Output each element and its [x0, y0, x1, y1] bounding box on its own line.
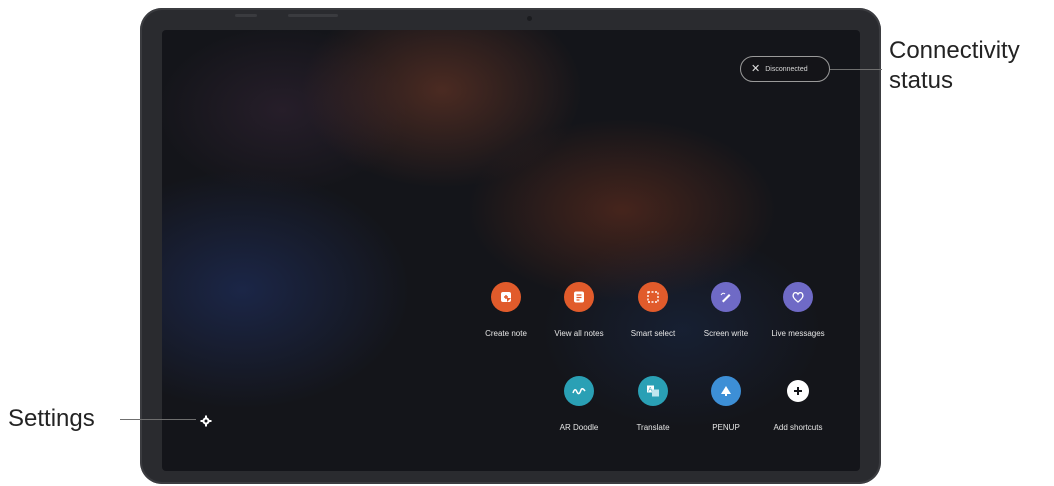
shortcut-add-shortcuts[interactable]: Add shortcuts — [758, 376, 838, 432]
shortcut-label: Screen write — [703, 329, 749, 338]
gear-icon[interactable] — [200, 414, 212, 427]
shortcut-screen-write[interactable]: Screen write — [686, 282, 766, 338]
connectivity-status[interactable]: ✕ Disconnected — [740, 56, 830, 82]
penup-icon — [711, 376, 741, 406]
shortcut-label: Translate — [636, 423, 670, 432]
connectivity-callout-line — [830, 69, 882, 70]
settings-callout: Settings — [8, 405, 95, 432]
shortcut-label: PENUP — [712, 423, 740, 432]
shortcut-label: View all notes — [554, 329, 604, 338]
front-camera — [527, 16, 532, 21]
connectivity-callout-line1: Connectivity — [889, 37, 1020, 64]
connectivity-callout-line2: status — [889, 67, 954, 94]
volume-button — [288, 14, 338, 17]
disconnected-icon: ✕ — [751, 62, 761, 75]
notes-list-icon — [564, 282, 594, 312]
shortcut-smart-select[interactable]: Smart select — [613, 282, 693, 338]
shortcut-view-all-notes[interactable]: View all notes — [539, 282, 619, 338]
connectivity-callout: Connectivity status — [889, 36, 1020, 96]
shortcut-label: AR Doodle — [559, 423, 599, 432]
shortcut-penup[interactable]: PENUP — [686, 376, 766, 432]
shortcut-label: Smart select — [630, 329, 676, 338]
connectivity-status-label: Disconnected — [765, 65, 808, 73]
side-button — [235, 14, 257, 17]
settings-callout-line — [120, 419, 196, 420]
create-note-icon — [491, 282, 521, 312]
shortcut-live-messages[interactable]: Live messages — [758, 282, 838, 338]
screen-write-icon — [711, 282, 741, 312]
ar-doodle-icon — [564, 376, 594, 406]
shortcut-label: Add shortcuts — [773, 423, 823, 432]
shortcut-translate[interactable]: A Translate — [613, 376, 693, 432]
translate-icon: A — [638, 376, 668, 406]
plus-icon — [787, 380, 809, 402]
shortcut-ar-doodle[interactable]: AR Doodle — [539, 376, 619, 432]
smart-select-icon — [638, 282, 668, 312]
heart-icon — [783, 282, 813, 312]
shortcut-label: Create note — [485, 329, 527, 338]
shortcut-label: Live messages — [771, 329, 825, 338]
svg-text:A: A — [648, 387, 652, 393]
shortcut-create-note[interactable]: Create note — [466, 282, 546, 338]
